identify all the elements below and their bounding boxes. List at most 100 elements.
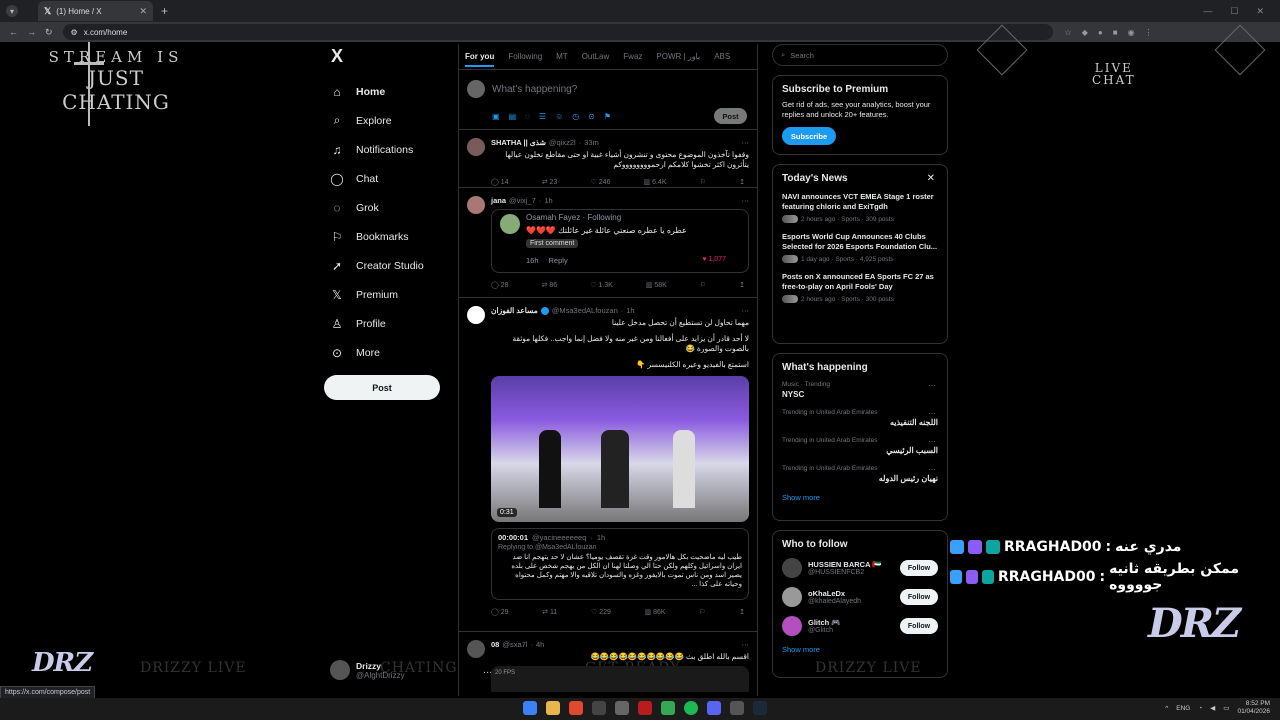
subscribe-button[interactable]: Subscribe <box>782 127 836 145</box>
bookmark-icon[interactable]: ⚐ <box>699 608 705 616</box>
location-icon[interactable]: ⊙ <box>588 112 595 121</box>
share-icon[interactable]: ↥ <box>739 608 745 616</box>
reply-link[interactable]: Reply <box>549 256 568 265</box>
discord-icon[interactable] <box>707 701 721 715</box>
tweet[interactable]: jana @vixj_7 · 1h ⋯ Osamah Fayez · Follo… <box>459 188 757 298</box>
reply-action[interactable]: ◯ 29 <box>491 608 509 616</box>
tweet-handle[interactable]: @sxa7l <box>502 640 527 649</box>
like-action[interactable]: ♡ 246 <box>590 178 610 186</box>
tweet-time[interactable]: 1h <box>544 196 552 205</box>
forward-icon[interactable]: → <box>27 27 36 37</box>
schedule-icon[interactable]: ◷ <box>572 112 579 121</box>
tab-list[interactable]: Fwaz <box>623 52 642 61</box>
share-icon[interactable]: ↥ <box>739 178 745 186</box>
more-icon[interactable]: ⋯ <box>742 196 750 205</box>
show-more-link[interactable]: Show more <box>782 493 938 502</box>
bookmark-icon[interactable]: ⚐ <box>700 281 706 289</box>
views-action[interactable]: ▥ 58K <box>646 281 667 289</box>
brave-icon[interactable] <box>569 701 583 715</box>
tweet-handle[interactable]: @Msa3edALfouzan <box>552 306 618 315</box>
bookmark-icon[interactable]: ⚐ <box>700 178 706 186</box>
nav-explore[interactable]: ⌕ Explore <box>322 106 452 135</box>
reply-action[interactable]: ◯ 28 <box>491 281 509 289</box>
window-close-icon[interactable]: ✕ <box>1256 6 1264 17</box>
tab-search-icon[interactable]: ▾ <box>6 5 18 17</box>
extension-icon[interactable]: ■ <box>1113 28 1118 37</box>
tweet[interactable]: مساعد الفوزان @Msa3edALfouzan · 1h ⋯ مهم… <box>459 298 757 632</box>
x-logo-icon[interactable]: X <box>331 46 452 67</box>
poll-icon[interactable]: ☰ <box>539 112 546 121</box>
follow-suggestion[interactable]: oKhaLeDx @khaledAlayedh Follow <box>782 587 938 607</box>
emoji-icon[interactable]: ☺ <box>555 112 563 121</box>
browser-tab[interactable]: 𝕏 (1) Home / X ✕ <box>38 1 153 21</box>
like-count[interactable]: ♥ 1,077 <box>702 256 726 263</box>
extension-icon[interactable]: ◆ <box>1082 28 1088 37</box>
reply-action[interactable]: ◯ 14 <box>491 178 509 186</box>
bookmark-star-icon[interactable]: ☆ <box>1065 28 1072 37</box>
steam-icon[interactable] <box>753 701 767 715</box>
tweet-author[interactable]: مساعد الفوزان <box>491 306 538 315</box>
file-explorer-icon[interactable] <box>546 701 560 715</box>
tweet[interactable]: 08 @sxa7l · 4h ⋯ اقسم بالله اطلق بث 😂😂😂😂… <box>459 632 757 696</box>
more-icon[interactable]: ⋯ <box>928 437 936 446</box>
close-icon[interactable]: ✕ <box>927 173 935 184</box>
app-icon[interactable] <box>638 701 652 715</box>
like-action[interactable]: ♡ 1.3K <box>590 281 613 289</box>
tab-list[interactable]: OutLaw <box>582 52 610 61</box>
minimize-icon[interactable]: — <box>1203 6 1212 17</box>
wifi-icon[interactable]: ◔ <box>1198 705 1202 712</box>
follow-button[interactable]: Follow <box>900 618 938 634</box>
follow-suggestion[interactable]: Glitch 🎮 @Glitch Follow <box>782 616 938 636</box>
reload-icon[interactable]: ↻ <box>45 27 53 38</box>
nav-profile[interactable]: ♙ Profile <box>322 309 452 338</box>
nav-more[interactable]: ⊙ More <box>322 338 452 367</box>
extension-icon[interactable]: ● <box>1098 28 1103 37</box>
trend-item[interactable]: Trending in United Arab Emirates السبب ا… <box>782 437 938 455</box>
nav-notifications[interactable]: ♫ Notifications <box>322 135 452 164</box>
tweet-image[interactable]: 20 FPS <box>491 666 749 692</box>
more-icon[interactable]: ⋯ <box>742 306 750 315</box>
tweet-handle[interactable]: @qixz2l <box>549 138 576 147</box>
clock[interactable]: 8:52 PM 01/04/2026 <box>1237 700 1270 716</box>
chrome-icon[interactable] <box>661 701 675 715</box>
nav-creator-studio[interactable]: ➚ Creator Studio <box>322 251 452 280</box>
trend-item[interactable]: Music · Trending NYSC ⋯ <box>782 381 938 399</box>
search-input[interactable]: ⌕ Search <box>772 44 948 66</box>
new-tab-icon[interactable]: + <box>161 4 168 18</box>
gif-icon[interactable]: ▤ <box>509 112 517 121</box>
maximize-icon[interactable]: ☐ <box>1230 6 1238 17</box>
follow-button[interactable]: Follow <box>900 560 938 576</box>
app-icon[interactable] <box>615 701 629 715</box>
grok-icon[interactable]: ◌ <box>525 112 530 121</box>
nav-premium[interactable]: 𝕏 Premium <box>322 280 452 309</box>
trend-item[interactable]: Trending in United Arab Emirates نهيان ر… <box>782 465 938 483</box>
nav-grok[interactable]: ◌ Grok <box>322 193 452 222</box>
tray-lang[interactable]: ENG <box>1176 705 1190 712</box>
back-icon[interactable]: ← <box>9 27 18 37</box>
flag-icon[interactable]: ⚑ <box>604 112 611 121</box>
tweet-time[interactable]: 4h <box>536 640 544 649</box>
tweet-time[interactable]: 33m <box>584 138 599 147</box>
address-bar[interactable]: ⚙ x.com/home <box>62 24 1053 40</box>
nav-bookmarks[interactable]: ⚐ Bookmarks <box>322 222 452 251</box>
tab-list[interactable]: POWR | باور <box>656 52 700 61</box>
quoted-comment[interactable]: Osamah Fayez · Following عطره يا عطره صن… <box>491 209 749 273</box>
tweet[interactable]: SHATHA || شذى @qixz2l · 33m ⋯ وقفوا تآخذ… <box>459 130 757 188</box>
views-action[interactable]: ▥ 6.4K <box>644 178 667 186</box>
close-icon[interactable]: ✕ <box>139 6 147 17</box>
follow-suggestion[interactable]: HUSSIEN BARCA 🇦🇪 @HUSSIENFCB2 Follow <box>782 558 938 578</box>
compose-input[interactable]: What's happening? <box>492 84 577 95</box>
tab-for-you[interactable]: For you <box>465 52 495 67</box>
more-icon[interactable]: ⋯ <box>928 381 936 390</box>
tweet-author[interactable]: jana <box>491 196 506 205</box>
tab-list[interactable]: ABS <box>714 52 730 61</box>
more-icon[interactable]: ⋯ <box>742 138 750 147</box>
repost-action[interactable]: ⇄ 86 <box>542 281 558 289</box>
trend-item[interactable]: Trending in United Arab Emirates اللجنه … <box>782 409 938 427</box>
news-item[interactable]: Esports World Cup Announces 40 Clubs Sel… <box>782 232 938 263</box>
tab-list[interactable]: MT <box>556 52 568 61</box>
nav-home[interactable]: ⌂ Home <box>322 77 452 106</box>
site-info-icon[interactable]: ⚙ <box>71 28 78 37</box>
nav-chat[interactable]: ◯ Chat <box>322 164 452 193</box>
volume-icon[interactable]: ◀ <box>1210 704 1215 712</box>
